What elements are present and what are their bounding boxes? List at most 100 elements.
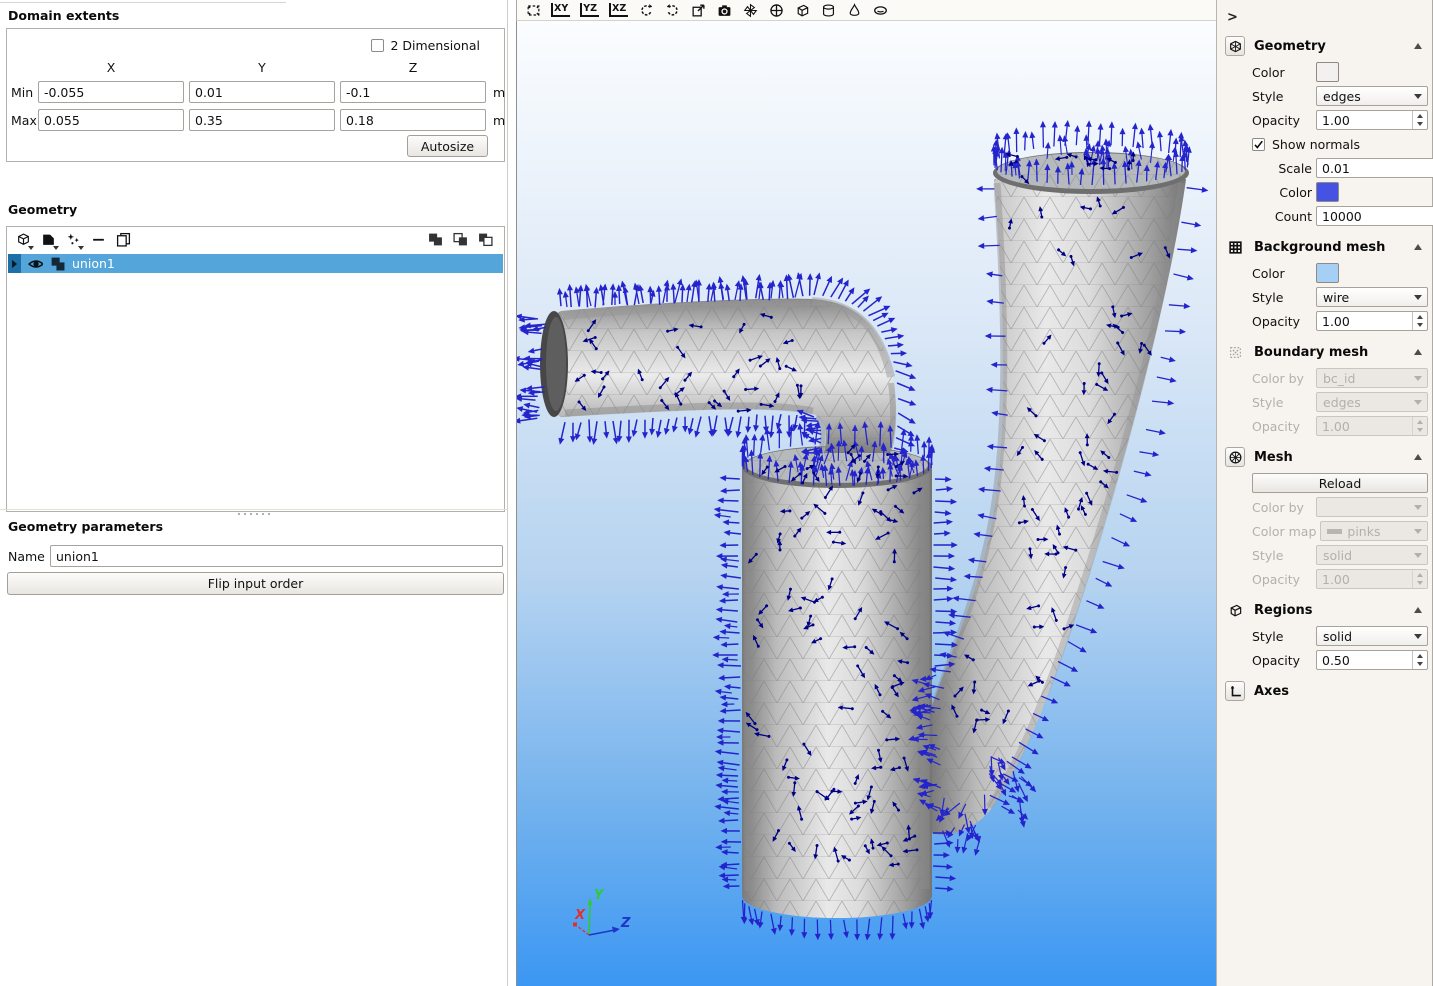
rotate-ccw-button[interactable] [638, 2, 654, 18]
axes-section-icon[interactable] [1225, 681, 1245, 701]
regions-section-icon[interactable] [1225, 600, 1245, 620]
remove-geometry-icon[interactable] [90, 231, 107, 248]
geometry-section-icon[interactable] [1225, 36, 1245, 56]
regions-title: Regions [1254, 603, 1405, 618]
view-yz-button[interactable]: YZ [580, 3, 599, 17]
mesh-colorby-dropdown [1316, 497, 1428, 517]
viewport-toolbar: XY YZ XZ [516, 0, 1216, 21]
bgmesh-color-label: Color [1252, 266, 1316, 281]
boundary-mesh-section: Boundary mesh Color by bc_id Style edges… [1217, 340, 1432, 436]
two-dimensional-checkbox[interactable]: 2 Dimensional [371, 38, 480, 53]
collapse-arrow-icon[interactable] [1414, 607, 1422, 613]
column-header-z: Z [340, 60, 486, 75]
boundary-mesh-title: Boundary mesh [1254, 345, 1405, 360]
bgmesh-style-label: Style [1252, 290, 1316, 305]
axes-section: Axes [1217, 679, 1432, 703]
domain-min-x-input[interactable] [38, 81, 184, 103]
normals-count-label: Count [1252, 209, 1316, 224]
viewport[interactable]: XY YZ XZ Y X Z [516, 0, 1216, 986]
show-normals-checkbox[interactable]: Show normals [1252, 134, 1428, 154]
screenshot-button[interactable] [716, 2, 732, 18]
fit-view-button[interactable] [525, 2, 541, 18]
collapse-panel-button[interactable]: > [1227, 10, 1243, 25]
svg-text:Z: Z [620, 916, 631, 931]
collapse-arrow-icon[interactable] [1414, 454, 1422, 460]
column-header-x: X [38, 60, 184, 75]
export-scene-button[interactable] [690, 2, 706, 18]
geometry-list-group: union1 [6, 226, 505, 512]
copy-geometry-icon[interactable] [115, 231, 132, 248]
view-xy-button[interactable]: XY [551, 3, 570, 17]
intersect-op-icon[interactable] [452, 231, 469, 248]
view-xz-button[interactable]: XZ [609, 3, 628, 17]
visibility-eye-icon[interactable] [28, 256, 43, 271]
name-input[interactable] [50, 545, 503, 567]
autosize-button[interactable]: Autosize [407, 135, 488, 157]
boundary-opacity-label: Opacity [1252, 419, 1316, 434]
domain-extents-group: 2 Dimensional X Y Z Min m Max m Autosize [6, 28, 505, 162]
domain-max-z-input[interactable] [340, 109, 486, 131]
collapse-arrow-icon[interactable] [1414, 43, 1422, 49]
pinwheel-button[interactable] [742, 2, 758, 18]
scene-3d-view[interactable]: Y X Z [516, 21, 1217, 986]
expander-icon[interactable] [8, 254, 21, 273]
auto-geometry-icon[interactable] [65, 231, 82, 248]
bgmesh-style-dropdown[interactable]: wire [1316, 287, 1428, 307]
mesh-section-icon[interactable] [1225, 447, 1245, 467]
add-geometry-icon[interactable] [15, 231, 32, 248]
geometry-parameters-title: Geometry parameters [8, 519, 163, 534]
cylinder-button[interactable] [820, 2, 836, 18]
collapse-arrow-icon[interactable] [1414, 349, 1422, 355]
geometry-opacity-spinbox[interactable] [1316, 110, 1428, 130]
bgmesh-opacity-spinbox[interactable] [1316, 311, 1428, 331]
regions-opacity-spinbox[interactable] [1316, 650, 1428, 670]
boundary-mesh-section-icon[interactable] [1225, 342, 1245, 362]
column-header-y: Y [189, 60, 335, 75]
torus-button[interactable] [872, 2, 888, 18]
import-geometry-icon[interactable] [40, 231, 57, 248]
max-unit-label: m [493, 113, 505, 128]
geometry-section: Geometry Color Style edges Opacity Show … [1217, 34, 1432, 226]
name-label: Name [8, 549, 45, 564]
geometry-section-title: Geometry [1254, 39, 1405, 54]
spinner-buttons[interactable] [1412, 111, 1427, 129]
regions-style-dropdown[interactable]: solid [1316, 626, 1428, 646]
reload-button[interactable]: Reload [1252, 473, 1428, 493]
background-mesh-title: Background mesh [1254, 240, 1405, 255]
rotate-cw-button[interactable] [664, 2, 680, 18]
mesh-opacity-spinbox [1316, 569, 1428, 589]
union-op-icon[interactable] [427, 231, 444, 248]
boundary-style-dropdown: edges [1316, 392, 1428, 412]
regions-section: Regions Style solid Opacity [1217, 598, 1432, 670]
max-row-label: Max [11, 113, 37, 128]
geometry-color-swatch[interactable] [1316, 62, 1339, 82]
bgmesh-opacity-label: Opacity [1252, 314, 1316, 329]
settings-panel: Domain extents 2 Dimensional X Y Z Min m… [0, 0, 508, 986]
normals-count-input[interactable] [1316, 206, 1433, 226]
collapse-arrow-icon[interactable] [1414, 244, 1422, 250]
cube-button[interactable] [794, 2, 810, 18]
normals-scale-input[interactable] [1316, 158, 1433, 178]
bgmesh-color-swatch[interactable] [1316, 263, 1339, 283]
geometry-list-item-union1[interactable]: union1 [8, 254, 503, 273]
background-mesh-section-icon[interactable] [1225, 237, 1245, 257]
geometry-style-dropdown[interactable]: edges [1316, 86, 1428, 106]
colormap-chip-icon [1327, 529, 1342, 534]
domain-min-z-input[interactable] [340, 81, 486, 103]
difference-op-icon[interactable] [477, 231, 494, 248]
domain-max-y-input[interactable] [189, 109, 335, 131]
mesh-colorby-label: Color by [1252, 500, 1316, 515]
sphere-button[interactable] [768, 2, 784, 18]
mesh-style-label: Style [1252, 548, 1316, 563]
domain-max-x-input[interactable] [38, 109, 184, 131]
regions-style-label: Style [1252, 629, 1316, 644]
checkbox-box[interactable] [371, 39, 384, 52]
geometry-list-title: Geometry [8, 202, 77, 217]
domain-min-y-input[interactable] [189, 81, 335, 103]
normals-color-swatch[interactable] [1316, 182, 1339, 202]
cone-button[interactable] [846, 2, 862, 18]
flip-input-order-button[interactable]: Flip input order [7, 572, 504, 595]
min-unit-label: m [493, 85, 505, 100]
boundary-opacity-spinbox [1316, 416, 1428, 436]
panel-splitter-handle[interactable] [0, 509, 508, 517]
